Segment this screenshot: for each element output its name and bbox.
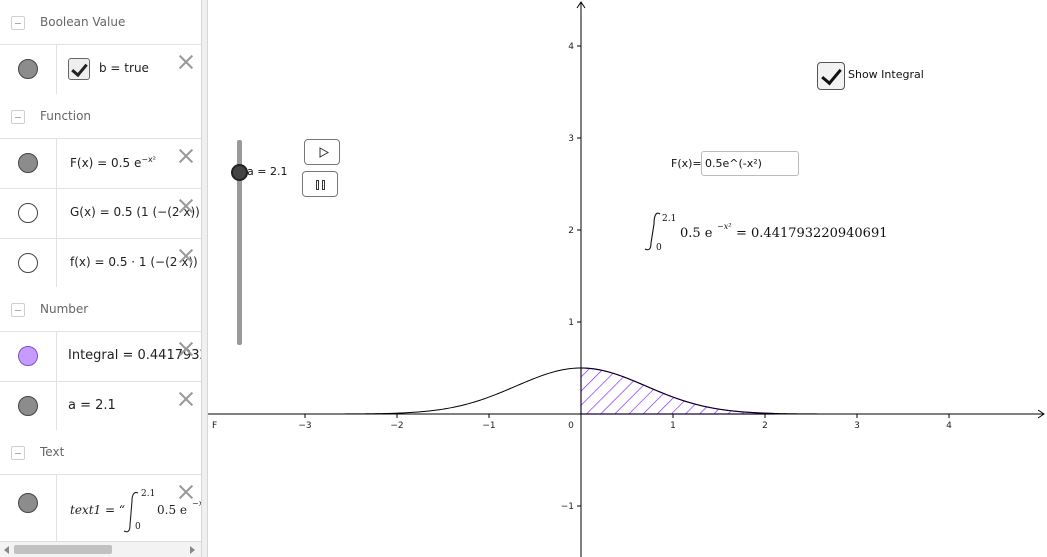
text1-lower: 0 (135, 522, 141, 532)
delete-icon[interactable] (177, 247, 195, 265)
integral-result: = 0.441793220940691 (736, 226, 888, 241)
visibility-marble-icon[interactable] (18, 253, 38, 273)
pause-icon (322, 180, 325, 190)
play-button[interactable] (304, 139, 340, 165)
play-icon (319, 147, 329, 158)
axis-ticks: −3 −2 −1 0 1 2 3 4 4 3 2 1 −1 (298, 42, 952, 512)
group-title: Function (40, 109, 92, 123)
marble-cell (0, 475, 57, 541)
algebra-row-text1[interactable]: text1 = “ 2.1 0 0.5 e −x² (0, 474, 201, 541)
graph-canvas[interactable]: −3 −2 −1 0 1 2 3 4 4 3 2 1 −1 F 2.1 0 0.5 e −x² = 0.… (208, 0, 1047, 557)
delete-icon[interactable] (177, 390, 195, 408)
integral-integrand: 0.5 e (680, 226, 713, 241)
integral-lower-limit: 0 (656, 243, 662, 253)
marble-cell (0, 382, 57, 431)
horizontal-scrollbar[interactable] (0, 541, 201, 557)
marble-cell (0, 45, 57, 94)
F-text: F(x) = 0.5 e (70, 156, 142, 170)
visibility-marble-icon[interactable] (18, 396, 38, 416)
scroll-left-icon[interactable] (4, 546, 9, 554)
collapse-icon[interactable] (11, 16, 25, 30)
group-function[interactable]: Function (0, 94, 201, 139)
b-definition: b = true (99, 61, 149, 75)
x-tick-label: 2 (762, 421, 768, 431)
algebra-row-b[interactable]: b = true (0, 44, 201, 94)
group-text[interactable]: Text (0, 430, 201, 475)
group-title: Boolean Value (40, 15, 126, 29)
integral-exponent: −x² (717, 222, 731, 231)
x-tick-label: −2 (390, 421, 403, 431)
group-boolean-value[interactable]: Boolean Value (0, 0, 201, 45)
delete-icon[interactable] (177, 197, 195, 215)
collapse-icon[interactable] (11, 303, 25, 317)
delete-icon[interactable] (177, 53, 195, 71)
collapse-icon[interactable] (11, 446, 25, 460)
a-definition: a = 2.1 (68, 398, 116, 413)
text1-body: 0.5 e (157, 503, 187, 517)
x-tick-label: −1 (482, 421, 495, 431)
text1-prefix: text1 = “ (70, 503, 125, 517)
algebra-view: Boolean Value b = true Function F(x) = 0… (0, 0, 201, 557)
delete-icon[interactable] (177, 340, 195, 358)
show-integral-label[interactable]: Show Integral (848, 68, 924, 81)
group-number[interactable]: Number (0, 287, 201, 332)
algebra-row-integral[interactable]: Integral = 0.44179322 (0, 331, 201, 381)
slider-a-label: a = 2.1 (247, 165, 288, 178)
x-tick-label: 4 (946, 421, 952, 431)
marble-cell (0, 239, 57, 288)
integral-formula-text[interactable]: 2.1 0 0.5 e −x² = 0.441793220940691 (644, 212, 888, 253)
b-checkbox[interactable] (68, 58, 90, 80)
algebra-row-f[interactable]: f(x) = 0.5 · 1 (−(2 x)) (0, 238, 201, 288)
x-tick-label: 0 (568, 421, 574, 431)
x-tick-label: −3 (298, 421, 311, 431)
fx-input-label: F(x)= (671, 157, 702, 170)
delete-icon[interactable] (177, 147, 195, 165)
algebra-row-F[interactable]: F(x) = 0.5 e−x² (0, 138, 201, 188)
marble-cell (0, 139, 57, 188)
x-tick-label: 1 (670, 421, 676, 431)
slider-a-knob[interactable] (231, 164, 248, 181)
integral-shaded-region[interactable] (581, 368, 775, 414)
visibility-marble-icon[interactable] (18, 493, 38, 513)
fx-input-box[interactable] (701, 151, 799, 176)
visibility-marble-icon[interactable] (18, 346, 38, 366)
y-tick-label: −1 (561, 502, 574, 512)
collapse-icon[interactable] (11, 110, 25, 124)
y-tick-label: 2 (568, 226, 574, 236)
F-exponent: −x² (141, 155, 156, 164)
algebra-row-G[interactable]: G(x) = 0.5 (1 (−(2 x)) (0, 188, 201, 238)
show-integral-checkbox[interactable] (817, 62, 845, 90)
integral-upper-limit: 2.1 (662, 214, 676, 224)
visibility-marble-icon[interactable] (18, 59, 38, 79)
pause-button[interactable] (302, 171, 338, 197)
group-title: Text (40, 445, 65, 459)
marble-cell (0, 332, 57, 381)
y-tick-label: 4 (568, 42, 574, 52)
visibility-marble-icon[interactable] (18, 203, 38, 223)
marble-cell (0, 189, 57, 238)
x-tick-label: 3 (854, 421, 860, 431)
F-definition: F(x) = 0.5 e−x² (70, 155, 156, 170)
visibility-marble-icon[interactable] (18, 153, 38, 173)
delete-icon[interactable] (177, 483, 195, 501)
scroll-right-icon[interactable] (190, 546, 195, 554)
view-divider[interactable] (201, 0, 208, 557)
scrollbar-thumb[interactable] (14, 545, 112, 554)
group-title: Number (40, 302, 89, 316)
point-label-F[interactable]: F (212, 421, 217, 431)
y-tick-label: 1 (568, 318, 574, 328)
pause-icon (316, 180, 319, 190)
y-tick-label: 3 (568, 134, 574, 144)
text1-upper: 2.1 (141, 489, 155, 499)
graphics-view[interactable]: −3 −2 −1 0 1 2 3 4 4 3 2 1 −1 F 2.1 0 0.5 e −x² = 0.… (208, 0, 1047, 557)
algebra-row-a[interactable]: a = 2.1 (0, 381, 201, 431)
